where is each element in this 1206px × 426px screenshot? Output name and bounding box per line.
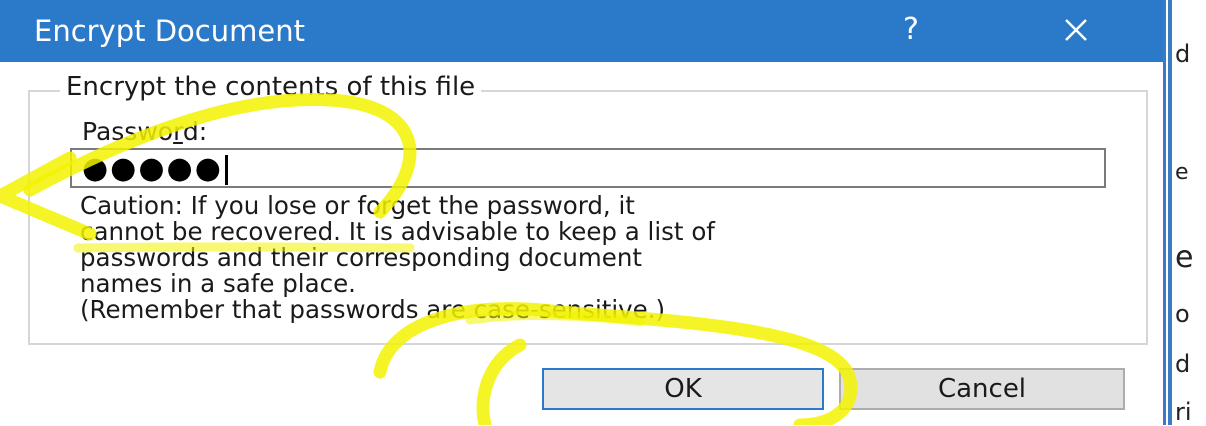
- document-text-fragment: d: [1175, 40, 1191, 68]
- ok-button[interactable]: OK: [542, 368, 824, 410]
- dialog-titlebar[interactable]: Encrypt Document ?: [0, 0, 1163, 62]
- dialog-title: Encrypt Document: [34, 14, 305, 48]
- caution-line: Caution: If you lose or forget the passw…: [80, 191, 635, 220]
- cancel-button[interactable]: Cancel: [839, 368, 1125, 410]
- close-icon[interactable]: [1044, 6, 1104, 54]
- document-edge: [1168, 0, 1172, 425]
- document-text-fragment: e: [1175, 240, 1194, 275]
- caution-text: Caution: If you lose or forget the passw…: [80, 193, 1090, 323]
- password-label: Password:: [82, 117, 208, 146]
- text-caret: [224, 154, 228, 185]
- document-text-fragment: ri: [1175, 398, 1192, 426]
- password-value: ●●●●●: [82, 152, 228, 186]
- group-label: Encrypt the contents of this file: [60, 72, 482, 102]
- encrypt-document-dialog: Encrypt Document ? Encrypt the contents …: [0, 0, 1166, 425]
- document-text-fragment: o: [1175, 300, 1190, 328]
- password-input[interactable]: ●●●●●: [70, 148, 1106, 188]
- help-icon[interactable]: ?: [888, 6, 934, 54]
- caution-line: cannot be recovered. It is advisable to …: [80, 217, 715, 246]
- caution-line: names in a safe place.: [80, 269, 356, 298]
- document-text-fragment: e: [1175, 160, 1189, 185]
- caution-line: passwords and their corresponding docume…: [80, 243, 643, 272]
- password-label-accelerator: r: [173, 117, 183, 146]
- caution-line: (Remember that passwords are case-sensit…: [80, 295, 666, 324]
- document-text-fragment: d: [1175, 350, 1191, 378]
